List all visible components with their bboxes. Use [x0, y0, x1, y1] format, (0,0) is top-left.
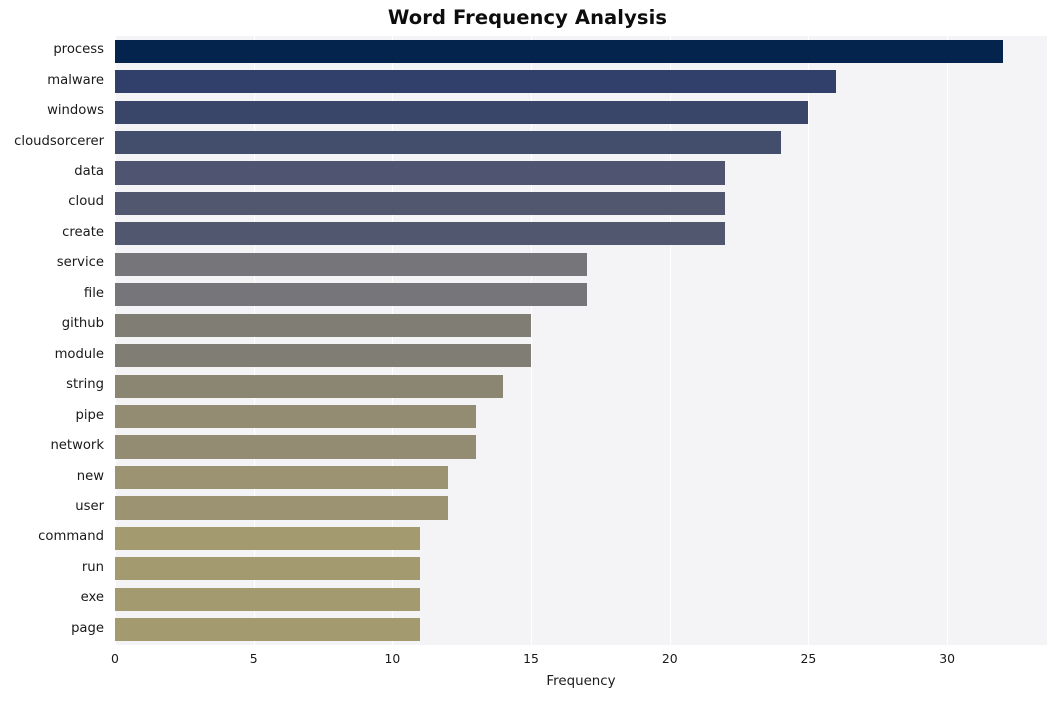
bar[interactable]	[115, 283, 587, 307]
y-tick-label-process: process	[53, 42, 104, 58]
y-tick-label-file: file	[83, 285, 104, 301]
x-tick-label-0: 0	[111, 651, 119, 666]
y-tick-label-command: command	[38, 529, 104, 545]
bar[interactable]	[115, 344, 532, 368]
bar[interactable]	[115, 526, 421, 550]
y-axis-tick-labels: process malware windows cloudsorcerer data cl…	[0, 36, 111, 645]
y-tick-label-user: user	[75, 498, 104, 514]
bar[interactable]	[115, 618, 421, 642]
y-tick-label-module: module	[54, 346, 104, 362]
y-tick-label-create: create	[62, 224, 104, 240]
bar[interactable]	[115, 496, 448, 520]
y-tick-label-cloud: cloud	[68, 194, 104, 210]
x-axis-tick-labels: 0 5 10 15 20 25 30	[0, 645, 1055, 671]
bar[interactable]	[115, 465, 448, 490]
chart-figure: Word Frequency Analysis process malware wi…	[0, 0, 1055, 701]
x-tick-label-30: 30	[939, 651, 956, 666]
x-axis-title: Frequency	[546, 674, 616, 689]
bar[interactable]	[115, 39, 1003, 63]
y-tick-label-network: network	[50, 438, 104, 454]
y-tick-label-cloudsorcerer: cloudsorcerer	[14, 133, 104, 149]
y-tick-label-run: run	[81, 559, 104, 575]
y-tick-label-service: service	[56, 255, 104, 271]
y-tick-label-page: page	[71, 620, 104, 636]
x-tick-label-5: 5	[249, 651, 258, 666]
bar[interactable]	[115, 313, 532, 337]
chart-title: Word Frequency Analysis	[387, 6, 668, 29]
bar[interactable]	[115, 405, 476, 429]
x-tick-label-25: 25	[800, 651, 817, 666]
y-tick-label-string: string	[66, 377, 104, 393]
x-tick-label-10: 10	[384, 651, 401, 666]
bar[interactable]	[115, 557, 421, 581]
bar[interactable]	[115, 252, 587, 276]
y-tick-label-pipe: pipe	[75, 407, 104, 423]
bar[interactable]	[115, 161, 726, 185]
x-tick-label-20: 20	[661, 651, 678, 666]
bar[interactable]	[115, 191, 726, 216]
bar[interactable]	[115, 222, 726, 246]
bars-container	[115, 36, 1047, 645]
bar[interactable]	[115, 435, 476, 459]
y-tick-label-data: data	[74, 164, 104, 180]
y-tick-label-exe: exe	[80, 590, 104, 606]
plot-area	[115, 36, 1047, 645]
x-tick-label-15: 15	[523, 651, 539, 666]
y-tick-label-new: new	[76, 468, 104, 484]
y-tick-label-windows: windows	[47, 103, 104, 119]
bar[interactable]	[115, 374, 504, 398]
y-tick-label-malware: malware	[47, 72, 104, 88]
bar[interactable]	[115, 100, 809, 124]
y-tick-label-github: github	[61, 316, 104, 332]
bar[interactable]	[115, 70, 837, 94]
bar[interactable]	[115, 130, 781, 155]
bar[interactable]	[115, 587, 421, 611]
